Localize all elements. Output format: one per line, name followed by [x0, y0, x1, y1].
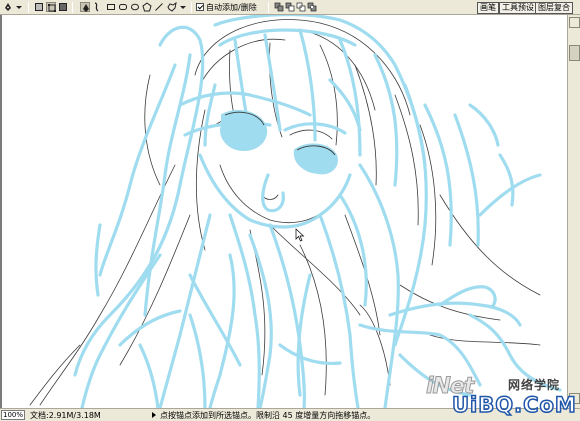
freeform-pen-icon[interactable]: [92, 2, 102, 12]
sketch-artwork: [29, 15, 562, 408]
scroll-up-icon[interactable]: [569, 17, 580, 28]
intersect-path-areas-icon[interactable]: [296, 2, 306, 12]
auto-add-delete-checkbox[interactable]: [196, 3, 204, 11]
exclude-overlapping-path-areas-icon[interactable]: [307, 2, 317, 12]
fill-pixels-icon[interactable]: [58, 2, 68, 12]
subtract-from-path-area-icon[interactable]: [285, 2, 295, 12]
separator: [28, 2, 29, 13]
shape-dropdown-icon[interactable]: [178, 2, 188, 12]
zoom-field[interactable]: 100%: [1, 410, 25, 420]
line-icon[interactable]: [154, 2, 164, 12]
document-canvas[interactable]: [0, 15, 567, 408]
options-bar: 自动添加/删除 画笔 工具预设 图层复合: [0, 0, 580, 15]
document-size[interactable]: 文档:2.91M/3.18M: [30, 410, 101, 421]
sketch-layer: [73, 15, 562, 408]
add-to-path-area-icon[interactable]: [274, 2, 284, 12]
pen-tool-icon[interactable]: [3, 2, 13, 12]
shape-layers-icon[interactable]: [34, 2, 44, 12]
status-hint-text: 点按锚点添加到所选锚点。限制沿 45 度增量方向拖移锚点。: [160, 411, 376, 420]
scroll-thumb[interactable]: [569, 45, 580, 61]
palette-tab-tool-presets[interactable]: 工具预设: [499, 2, 537, 14]
paths-mode-icon[interactable]: [46, 2, 56, 12]
auto-add-delete-label: 自动添加/删除: [206, 3, 257, 12]
polygon-icon[interactable]: [142, 2, 152, 12]
window-left-edge: [0, 15, 2, 408]
separator: [72, 2, 73, 13]
separator: [268, 2, 269, 13]
palette-tab-brushes[interactable]: 画笔: [477, 2, 499, 14]
palette-tab-layer-comps[interactable]: 图层复合: [535, 2, 573, 14]
watermark-url: UiBQ.CoM: [451, 392, 577, 418]
vertical-scrollbar[interactable]: [567, 15, 580, 408]
pen-icon[interactable]: [80, 2, 90, 12]
custom-shape-icon[interactable]: [167, 2, 177, 12]
watermark-cn-text: 网络学院: [508, 378, 561, 392]
mouse-cursor: [295, 228, 305, 242]
rounded-rectangle-icon[interactable]: [118, 2, 128, 12]
status-menu-arrow-icon[interactable]: [152, 412, 156, 418]
tool-preset-dropdown-icon[interactable]: [14, 2, 24, 12]
separator: [191, 2, 192, 13]
ellipse-icon[interactable]: [130, 2, 140, 12]
rectangle-shape-icon[interactable]: [106, 2, 116, 12]
